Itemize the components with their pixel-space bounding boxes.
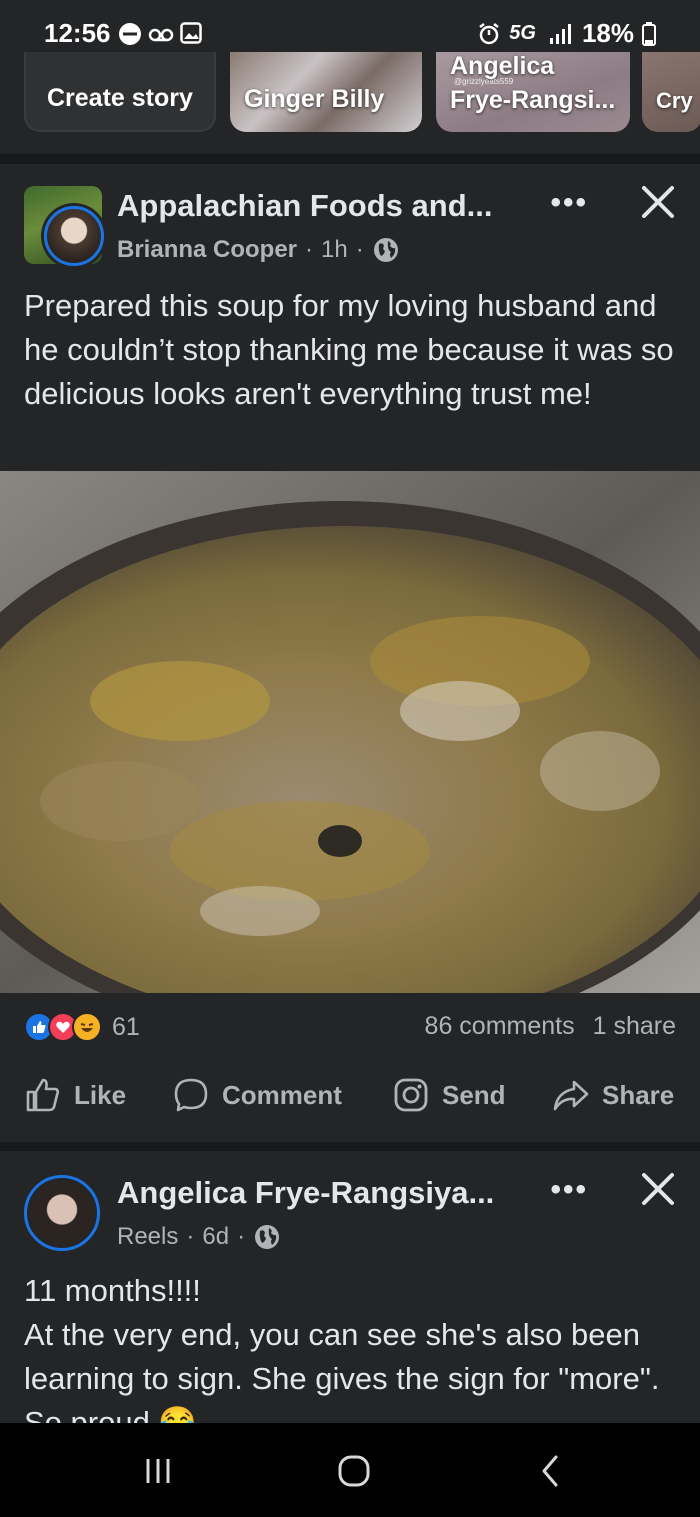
author-name[interactable]: Angelica Frye-Rangsiya... <box>117 1175 494 1211</box>
soup-pot-image <box>0 471 700 993</box>
close-icon[interactable] <box>638 1169 678 1209</box>
meta-separator: · <box>355 236 364 263</box>
group-name[interactable]: Appalachian Foods and... <box>117 188 492 224</box>
shares-count[interactable]: 1 share <box>593 1012 676 1041</box>
author-avatar[interactable] <box>44 206 104 266</box>
meta-separator: · <box>237 1223 246 1250</box>
post-time[interactable]: 6d <box>202 1223 229 1251</box>
story-name: Cry <box>656 88 693 113</box>
share-button[interactable]: Share <box>552 1076 674 1114</box>
post-meta: Reels · 6d · <box>117 1223 281 1251</box>
post-source[interactable]: Reels <box>117 1223 178 1251</box>
send-label: Send <box>442 1079 506 1110</box>
story-card-partial[interactable]: Cry <box>642 52 700 132</box>
stories-row: Create story Ginger Billy Angelica @griz… <box>0 52 700 156</box>
battery-icon <box>642 21 656 46</box>
more-options-icon[interactable]: ••• <box>550 1173 588 1207</box>
home-icon[interactable] <box>334 1453 374 1489</box>
create-story-label: Create story <box>47 84 193 112</box>
status-bar: 12:56 5G 18% <box>0 0 700 56</box>
battery-percent: 18% <box>581 18 634 48</box>
send-button[interactable]: Send <box>392 1076 506 1114</box>
instagram-send-icon <box>394 1078 428 1112</box>
status-time: 12:56 <box>44 18 111 48</box>
like-button[interactable]: Like <box>24 1076 126 1114</box>
network-type: 5G <box>509 22 536 44</box>
post-actions: Like Comment Send Share <box>0 1076 700 1126</box>
share-arrow-icon <box>553 1080 589 1111</box>
globe-icon <box>373 238 398 262</box>
system-nav-bar <box>0 1423 700 1517</box>
post-time[interactable]: 1h <box>321 236 348 264</box>
signal-icon <box>549 23 571 44</box>
author-avatar[interactable] <box>24 1175 100 1251</box>
feed-divider <box>0 154 700 164</box>
post-text: Prepared this soup for my loving husband… <box>24 288 674 411</box>
like-label: Like <box>74 1079 127 1110</box>
status-right-group: 5G 18% <box>477 18 656 49</box>
thumbs-up-icon <box>26 1078 60 1112</box>
back-icon[interactable] <box>530 1453 570 1489</box>
story-name-line2: Frye-Rangsi... <box>450 86 616 114</box>
alarm-icon <box>479 22 500 44</box>
reaction-count: 61 <box>112 1012 140 1041</box>
feed-post: Appalachian Foods and... Brianna Cooper … <box>0 164 700 1142</box>
post-photo[interactable] <box>0 471 700 993</box>
feed-post: Angelica Frye-Rangsiya... Reels · 6d · •… <box>0 1151 700 1423</box>
comment-button[interactable]: Comment <box>172 1076 342 1114</box>
create-story-button[interactable]: Create story <box>24 52 216 132</box>
haha-reaction-icon <box>72 1012 102 1042</box>
story-name: Ginger Billy <box>244 85 385 113</box>
comment-icon <box>174 1078 208 1112</box>
post-meta: Brianna Cooper · 1h · <box>117 236 400 264</box>
close-icon[interactable] <box>638 182 678 222</box>
comments-count[interactable]: 86 comments <box>425 1012 575 1041</box>
author-name[interactable]: Brianna Cooper <box>117 236 297 264</box>
globe-icon <box>255 1225 280 1249</box>
reactions-summary[interactable]: 61 <box>24 1009 140 1045</box>
comment-label: Comment <box>222 1079 342 1110</box>
share-label: Share <box>602 1079 675 1110</box>
recent-apps-icon[interactable] <box>138 1453 178 1489</box>
story-handle: @grizzlyeats559 <box>454 77 514 86</box>
meta-separator: · <box>305 236 314 263</box>
dnd-icon <box>119 23 141 45</box>
more-options-icon[interactable]: ••• <box>550 186 588 220</box>
meta-separator: · <box>186 1223 195 1250</box>
gallery-icon <box>180 22 202 44</box>
story-card-ginger-billy[interactable]: Ginger Billy <box>230 52 422 132</box>
story-card-angelica[interactable]: Angelica @grizzlyeats559 Frye-Rangsi... <box>436 52 630 132</box>
post-text: 11 months!!!! At the very end, you can s… <box>24 1273 660 1423</box>
voicemail-icon <box>148 28 174 42</box>
post-stats: 86 comments 1 share <box>425 1012 676 1041</box>
